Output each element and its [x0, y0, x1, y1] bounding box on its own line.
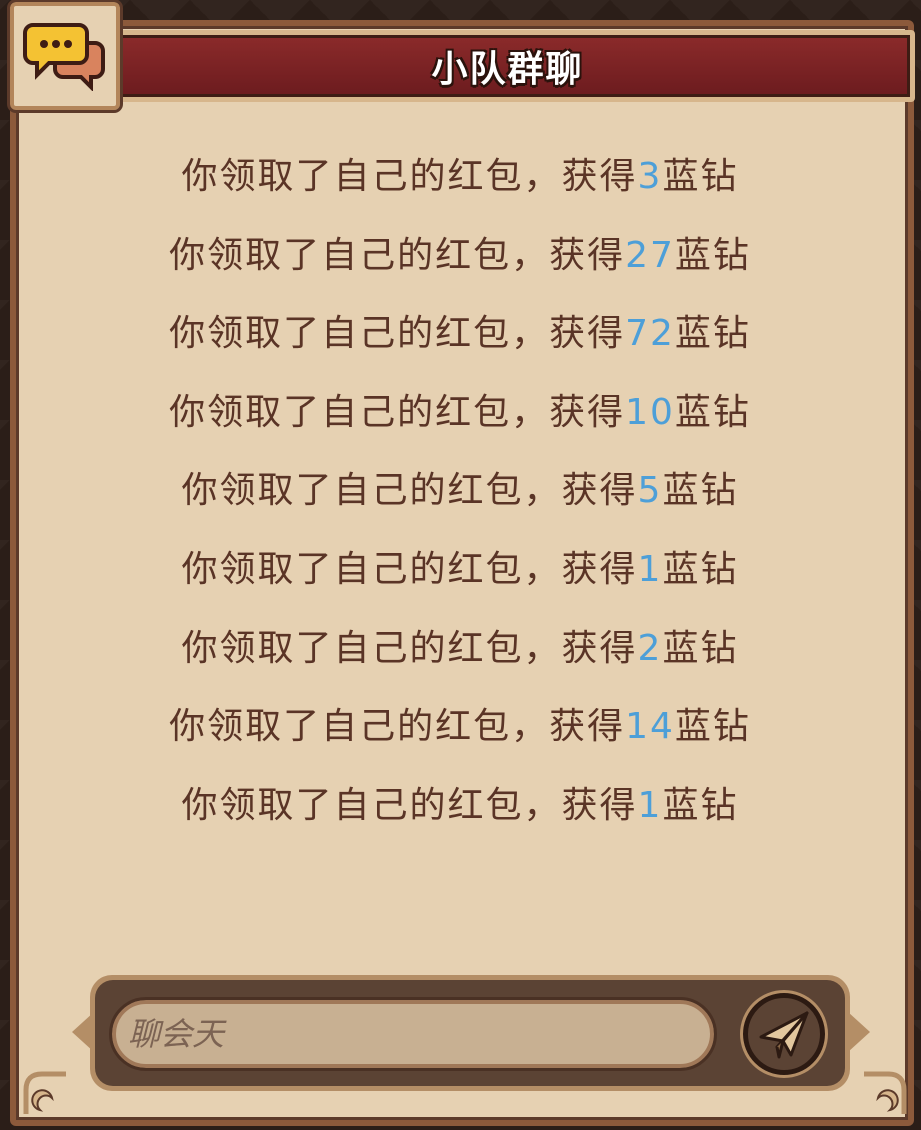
message-currency: 蓝钻 — [674, 391, 751, 433]
message-amount: 2 — [637, 627, 663, 669]
message-amount: 5 — [637, 470, 663, 512]
message-currency: 蓝钻 — [674, 313, 751, 355]
message-amount: 3 — [637, 156, 663, 197]
message-amount: 1 — [637, 548, 663, 590]
message-text: 你领取了自己的红包，获得 — [169, 234, 626, 276]
message-text: 你领取了自己的红包，获得 — [181, 156, 638, 197]
chat-screen: 小队群聊 你领取了自己的红包，获得3蓝钻 你领取了自己的红包，获得27蓝钻 你领… — [0, 0, 921, 1130]
message-row: 你领取了自己的红包，获得5蓝钻 — [30, 452, 890, 531]
message-amount: 72 — [625, 313, 675, 355]
message-row: 你领取了自己的红包，获得14蓝钻 — [30, 688, 890, 767]
message-currency: 蓝钻 — [662, 156, 739, 197]
title-banner-inner: 小队群聊 — [105, 35, 910, 97]
title-banner: 小队群聊 — [100, 30, 915, 102]
chat-input[interactable] — [109, 997, 717, 1071]
message-currency: 蓝钻 — [662, 470, 739, 512]
message-amount: 1 — [637, 784, 663, 826]
message-row: 你领取了自己的红包，获得1蓝钻 — [30, 531, 890, 610]
paper-plane-icon — [759, 1011, 809, 1059]
message-list: 你领取了自己的红包，获得3蓝钻 你领取了自己的红包，获得27蓝钻 你领取了自己的… — [30, 138, 890, 845]
message-currency: 蓝钻 — [674, 706, 751, 748]
corner-ornament-right-icon — [864, 1071, 907, 1114]
message-row: 你领取了自己的红包，获得10蓝钻 — [30, 374, 890, 453]
message-text: 你领取了自己的红包，获得 — [169, 706, 626, 748]
message-text: 你领取了自己的红包，获得 — [181, 548, 638, 590]
message-currency: 蓝钻 — [662, 548, 739, 590]
send-button[interactable] — [740, 990, 828, 1078]
message-text: 你领取了自己的红包，获得 — [181, 784, 638, 826]
message-text: 你领取了自己的红包，获得 — [169, 313, 626, 355]
message-amount: 10 — [625, 391, 675, 433]
message-row: 你领取了自己的红包，获得3蓝钻 — [30, 138, 890, 217]
message-text: 你领取了自己的红包，获得 — [181, 470, 638, 512]
chat-bubbles-icon — [23, 23, 105, 91]
message-row: 你领取了自己的红包，获得2蓝钻 — [30, 610, 890, 689]
input-band-notch-right — [848, 1012, 870, 1052]
chat-badge — [7, 0, 123, 113]
message-text: 你领取了自己的红包，获得 — [169, 391, 626, 433]
message-amount: 14 — [625, 706, 675, 748]
page-title: 小队群聊 — [431, 49, 584, 90]
corner-ornament-left-icon — [23, 1071, 66, 1114]
message-text: 你领取了自己的红包，获得 — [181, 627, 638, 669]
message-row: 你领取了自己的红包，获得72蓝钻 — [30, 295, 890, 374]
message-currency: 蓝钻 — [674, 234, 751, 276]
message-row: 你领取了自己的红包，获得27蓝钻 — [30, 217, 890, 296]
message-currency: 蓝钻 — [662, 784, 739, 826]
message-amount: 27 — [625, 234, 675, 276]
message-row: 你领取了自己的红包，获得1蓝钻 — [30, 767, 890, 846]
message-currency: 蓝钻 — [662, 627, 739, 669]
